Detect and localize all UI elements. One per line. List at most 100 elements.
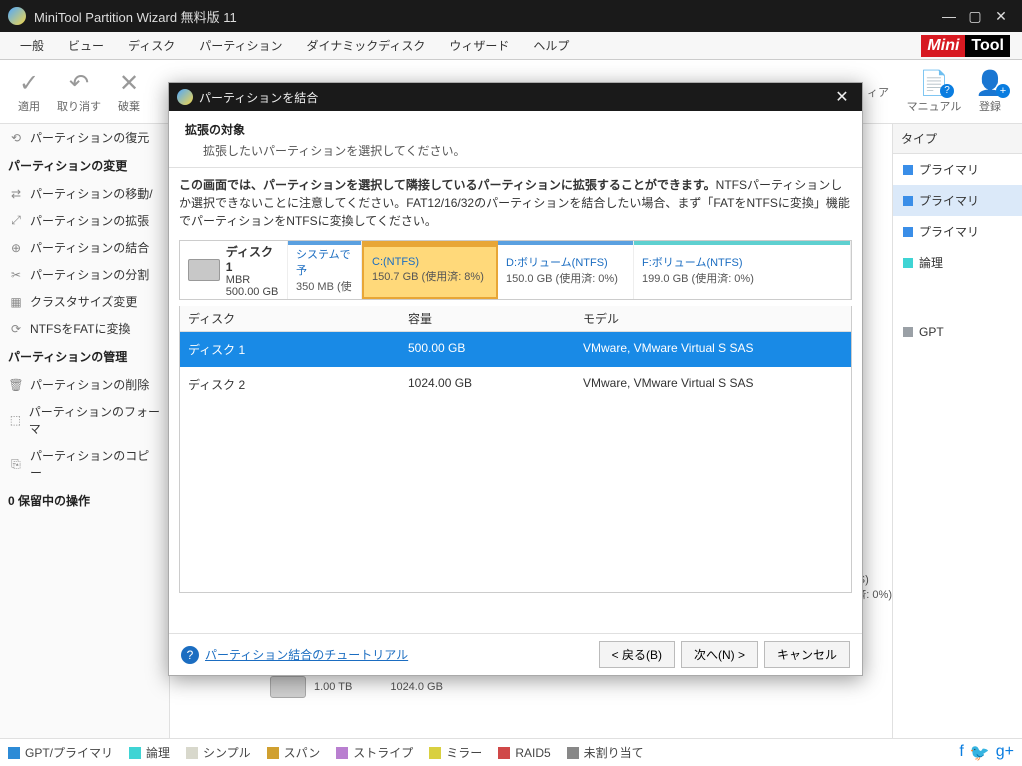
sidebar-item-cluster[interactable]: ▦クラスタサイズ変更 — [0, 288, 169, 315]
gplus-icon[interactable]: g+ — [996, 743, 1014, 763]
check-icon: ✓ — [19, 69, 39, 98]
convert-icon: ⟳ — [8, 321, 24, 337]
dialog-heading: 拡張の対象 — [185, 121, 846, 138]
merge-icon: ⊕ — [8, 240, 24, 256]
dialog-subheading: 拡張したいパーティションを選択してください。 — [185, 142, 846, 159]
disk-icon — [188, 259, 220, 281]
legend-swatch — [8, 747, 20, 759]
legend-swatch — [567, 747, 579, 759]
plus-badge-icon: + — [996, 84, 1010, 98]
legend-item: シンプル — [186, 744, 251, 761]
disk-partition-panel: ディスク 1 MBR 500.00 GB システムで予350 MB (使C:(N… — [179, 240, 852, 300]
format-icon: ⬚ — [8, 412, 23, 428]
sidebar-item-format[interactable]: ⬚パーティションのフォーマ — [0, 398, 169, 442]
register-button[interactable]: 👤 + 登録 — [962, 64, 1018, 120]
col-disk: ディスク — [180, 306, 400, 331]
legend-item: ストライプ — [336, 744, 413, 761]
sidebar-item-split[interactable]: ✂パーティションの分割 — [0, 261, 169, 288]
sidebar-item-ntfs-fat[interactable]: ⟳NTFSをFATに変換 — [0, 315, 169, 342]
partition-f[interactable]: F:ボリューム(NTFS)199.0 GB (使用済: 0%) — [634, 241, 851, 299]
close-button[interactable]: ✕ — [988, 3, 1014, 29]
social-icons: f 🐦 g+ — [959, 743, 1014, 763]
merge-dialog: パーティションを結合 ✕ 拡張の対象 拡張したいパーティションを選択してください… — [168, 82, 863, 676]
table-head: ディスク 容量 モデル — [180, 306, 851, 332]
sidebar-item-merge[interactable]: ⊕パーティションの結合 — [0, 234, 169, 261]
partition-d[interactable]: D:ボリューム(NTFS)150.0 GB (使用済: 0%) — [498, 241, 634, 299]
sidebar-pending: 0 保留中の操作 — [0, 486, 169, 515]
disk-icon — [270, 676, 306, 698]
menu-help[interactable]: ヘルプ — [521, 33, 581, 58]
twitter-icon[interactable]: 🐦 — [970, 743, 990, 763]
legend-item: 論理 — [129, 744, 170, 761]
menu-wizard[interactable]: ウィザード — [437, 33, 521, 58]
split-icon: ✂ — [8, 267, 24, 283]
sidebar-item-copy[interactable]: ⎘パーティションのコピー — [0, 442, 169, 486]
legend-swatch — [267, 747, 279, 759]
copy-icon: ⎘ — [8, 456, 24, 472]
disk2-row: 1.00 TB 1024.0 GB — [270, 676, 443, 698]
table-row[interactable]: ディスク 21024.00 GBVMware, VMware Virtual S… — [180, 367, 851, 402]
dialog-note: この画面では、パーティションを選択して隣接しているパーティションに拡張することが… — [179, 176, 852, 230]
type-row[interactable]: GPT — [893, 318, 1022, 346]
legend-item: RAID5 — [498, 744, 550, 761]
menu-general[interactable]: 一般 — [8, 33, 56, 58]
tutorial-link[interactable]: ? パーティション結合のチュートリアル — [181, 646, 408, 664]
sidebar-item-extend[interactable]: ⤢パーティションの拡張 — [0, 207, 169, 234]
window-title: MiniTool Partition Wizard 無料版 11 — [34, 7, 237, 26]
type-row[interactable]: プライマリ — [893, 185, 1022, 216]
type-header: タイプ — [893, 124, 1022, 154]
col-model: モデル — [575, 306, 851, 331]
trash-icon: 🗑 — [8, 377, 24, 393]
manual-button[interactable]: 📄 ? マニュアル — [906, 64, 962, 120]
legend-swatch — [429, 747, 441, 759]
menu-disk[interactable]: ディスク — [116, 33, 187, 58]
type-row[interactable]: プライマリ — [893, 216, 1022, 247]
sidebar-header-manage: パーティションの管理 — [0, 342, 169, 371]
disk-header: ディスク 1 MBR 500.00 GB — [180, 241, 288, 299]
disk-table: ディスク 容量 モデル ディスク 1500.00 GBVMware, VMwar… — [179, 306, 852, 593]
menu-partition[interactable]: パーティション — [187, 33, 294, 58]
sidebar-item-delete[interactable]: 🗑パーティションの削除 — [0, 371, 169, 398]
menu-dynamic[interactable]: ダイナミックディスク — [294, 33, 437, 58]
legend-item: 未割り当て — [567, 744, 644, 761]
type-swatch — [903, 327, 913, 337]
partition-c[interactable]: C:(NTFS)150.7 GB (使用済: 8%) — [362, 241, 498, 299]
legend-item: スパン — [267, 744, 321, 761]
dialog-close-button[interactable]: ✕ — [830, 85, 854, 109]
restore-icon: ⟲ — [8, 130, 24, 146]
type-row[interactable]: 論理 — [893, 247, 1022, 278]
undo-icon: ↶ — [69, 69, 89, 98]
type-column: タイプ プライマリプライマリプライマリ論理GPT — [892, 124, 1022, 738]
minimize-button[interactable]: — — [936, 3, 962, 29]
help-badge-icon: ? — [940, 84, 954, 98]
facebook-icon[interactable]: f — [959, 743, 963, 763]
menubar: 一般 ビュー ディスク パーティション ダイナミックディスク ウィザード ヘルプ… — [0, 32, 1022, 60]
dialog-footer: ? パーティション結合のチュートリアル < 戻る(B) 次へ(N) > キャンセ… — [169, 633, 862, 675]
dialog-title: パーティションを結合 — [199, 89, 318, 106]
legend-swatch — [336, 747, 348, 759]
undo-button[interactable]: ↶取り消す — [54, 64, 104, 120]
sidebar-item-move[interactable]: ⇄パーティションの移動/ — [0, 180, 169, 207]
sidebar-item-restore[interactable]: ⟲パーティションの復元 — [0, 124, 169, 151]
dialog-titlebar: パーティションを結合 ✕ — [169, 83, 862, 111]
next-button[interactable]: 次へ(N) > — [681, 641, 758, 668]
apply-button[interactable]: ✓適用 — [4, 64, 54, 120]
type-swatch — [903, 258, 913, 268]
sidebar-header-change: パーティションの変更 — [0, 151, 169, 180]
partition-sys[interactable]: システムで予350 MB (使 — [288, 241, 362, 299]
maximize-button[interactable]: ▢ — [962, 3, 988, 29]
dialog-icon — [177, 89, 193, 105]
cluster-icon: ▦ — [8, 294, 24, 310]
menu-view[interactable]: ビュー — [56, 33, 116, 58]
brand-logo: MiniTool — [921, 35, 1010, 57]
move-icon: ⇄ — [8, 186, 24, 202]
cancel-button[interactable]: キャンセル — [764, 641, 850, 668]
back-button[interactable]: < 戻る(B) — [599, 641, 675, 668]
discard-button[interactable]: ✕破棄 — [104, 64, 154, 120]
sidebar: ⟲パーティションの復元 パーティションの変更 ⇄パーティションの移動/ ⤢パーテ… — [0, 124, 170, 738]
help-icon: ? — [181, 646, 199, 664]
legend-item: ミラー — [429, 744, 482, 761]
type-row[interactable]: プライマリ — [893, 154, 1022, 185]
discard-icon: ✕ — [119, 69, 139, 98]
table-row[interactable]: ディスク 1500.00 GBVMware, VMware Virtual S … — [180, 332, 851, 367]
